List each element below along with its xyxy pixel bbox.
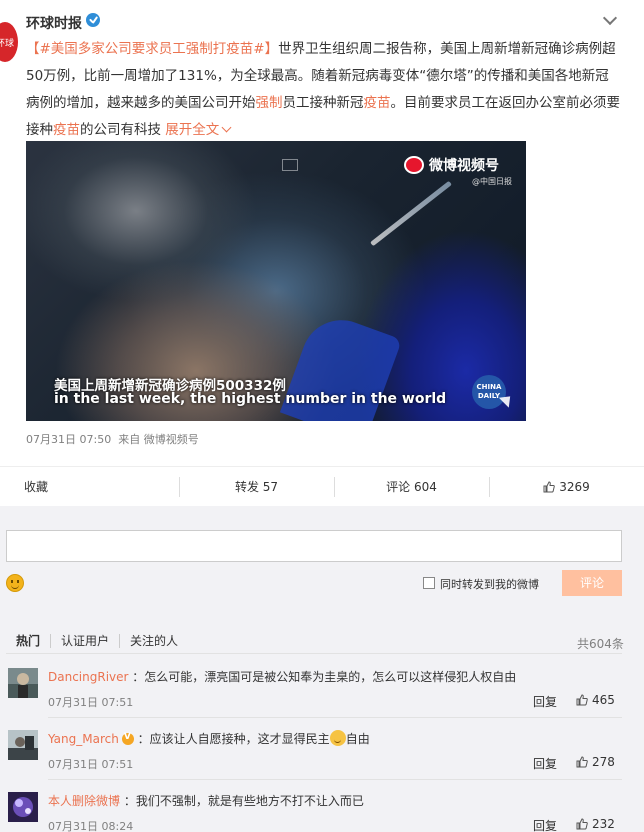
author-avatar[interactable]: 环球 <box>0 22 18 62</box>
chevron-down-icon <box>221 122 232 133</box>
keyword-link[interactable]: 强制 <box>256 95 283 111</box>
favorite-button[interactable]: 收藏 <box>0 467 179 506</box>
post-text-part: 员工接种新冠 <box>282 95 364 111</box>
avatar-text: 环球 <box>0 38 14 49</box>
repost-label: 转发 57 <box>234 480 279 494</box>
keyword-link[interactable]: 疫苗 <box>364 95 391 111</box>
comment-like-count: 232 <box>592 817 615 831</box>
comment-input[interactable] <box>6 530 622 562</box>
reply-button[interactable]: 回复 <box>533 755 557 772</box>
like-count: 3269 <box>559 479 590 494</box>
comment-item: DancingRiver ：怎么可能，漂亮国可是被公知奉为圭臬的，怎么可以这样侵… <box>0 662 644 724</box>
author-name[interactable]: 环球时报 <box>26 13 82 33</box>
comment-like-count: 278 <box>592 755 615 769</box>
also-repost-label[interactable]: 同时转发到我的微博 <box>440 576 539 592</box>
comment-body: DancingRiver ：怎么可能，漂亮国可是被公知奉为圭臬的，怎么可以这样侵… <box>48 668 516 685</box>
avatar[interactable] <box>8 730 38 760</box>
comment-section: 同时转发到我的微博 评论 热门 认证用户 关注的人 共604条 DancingR… <box>0 506 644 832</box>
comment-text: 自由 <box>345 732 370 746</box>
chevron-down-icon[interactable] <box>602 10 618 26</box>
video-caption-en: in the last week, the highest number in … <box>54 391 447 407</box>
comment-total: 共604条 <box>577 637 624 651</box>
comment-text: ：应该让人自愿接种，这才显得民主 <box>137 732 330 746</box>
video-logo-sub: @中国日报 <box>472 177 512 186</box>
post-meta: 07月31日 07:50 来自 微博视频号 <box>26 431 199 447</box>
submit-comment-button[interactable]: 评论 <box>562 570 622 596</box>
post-time[interactable]: 07月31日 07:50 <box>26 433 111 446</box>
comment-text: ：我们不强制，就是有些地方不打不让入而已 <box>123 794 364 808</box>
comment-like-button[interactable]: 465 <box>576 693 615 707</box>
post-text: 【#美国多家公司要求员工强制打疫苗#】世界卫生组织周二报告称，美国上周新增新冠确… <box>26 36 622 144</box>
comment-time: 07月31日 08:24 <box>48 820 134 832</box>
comment-like-count: 465 <box>592 693 615 707</box>
comment-body: Yang_March ：应该让人自愿接种，这才显得民主 自由 <box>48 730 370 747</box>
share-arrow-icon <box>498 391 516 408</box>
tab-verified[interactable]: 认证用户 <box>61 634 121 648</box>
comment-item: Yang_March ：应该让人自愿接种，这才显得民主 自由 07月31日 07:… <box>0 724 644 786</box>
smile-emoji-icon <box>329 730 346 746</box>
emoji-icon[interactable] <box>6 574 24 592</box>
keyword-link[interactable]: 疫苗 <box>53 122 80 138</box>
comment-user[interactable]: DancingRiver <box>48 670 128 684</box>
avatar[interactable] <box>8 792 38 822</box>
post-source-label: 来自 <box>118 433 141 446</box>
expand-label: 展开全文 <box>165 122 220 138</box>
thumbs-up-icon <box>576 756 588 768</box>
comment-text: ：怎么可能，漂亮国可是被公知奉为圭臬的，怎么可以这样侵犯人权自由 <box>132 670 517 684</box>
video-logo-name: 微博视频号 <box>429 158 499 174</box>
avatar[interactable] <box>8 668 38 698</box>
comment-user[interactable]: Yang_March <box>48 732 119 746</box>
video-player[interactable]: 微博视频号 @中国日报 美国上周新增新冠确诊病例500332例 in the l… <box>26 141 526 421</box>
weibo-post-card: 环球 环球时报 【#美国多家公司要求员工强制打疫苗#】世界卫生组织周二报告称，美… <box>0 0 644 832</box>
divider <box>6 653 622 654</box>
tab-following[interactable]: 关注的人 <box>130 634 188 648</box>
favorite-label: 收藏 <box>24 480 49 494</box>
video-frame-needle <box>370 180 452 247</box>
comment-like-button[interactable]: 232 <box>576 817 615 831</box>
comment-label: 评论 604 <box>386 480 437 494</box>
hashtag-link[interactable]: 【#美国多家公司要求员工强制打疫苗#】 <box>26 41 278 57</box>
comment-user[interactable]: 本人删除微博 <box>48 794 120 808</box>
thumbs-up-icon <box>576 694 588 706</box>
thumbs-up-icon <box>543 480 555 493</box>
weibo-video-logo: 微博视频号 @中国日报 <box>404 155 512 186</box>
comment-like-button[interactable]: 278 <box>576 755 615 769</box>
divider <box>48 779 622 780</box>
tab-hot[interactable]: 热门 <box>16 634 52 648</box>
repost-button[interactable]: 转发 57 <box>179 467 334 506</box>
comment-button[interactable]: 评论 604 <box>334 467 489 506</box>
divider <box>48 717 622 718</box>
comment-filter-tabs: 热门 认证用户 关注的人 <box>16 634 198 648</box>
comment-time: 07月31日 07:51 <box>48 696 134 709</box>
comment-item: 本人删除微博 ：我们不强制，就是有些地方不打不让入而已 07月31日 08:24… <box>0 786 644 832</box>
post-source[interactable]: 微博视频号 <box>144 433 199 446</box>
verified-icon <box>86 13 100 27</box>
comment-body: 本人删除微博 ：我们不强制，就是有些地方不打不让入而已 <box>48 792 364 809</box>
reply-button[interactable]: 回复 <box>533 817 557 832</box>
expand-link[interactable]: 展开全文 <box>165 122 232 138</box>
action-bar: 收藏 转发 57 评论 604 3269 <box>0 466 644 506</box>
picture-in-picture-icon[interactable] <box>282 159 298 171</box>
also-repost-checkbox[interactable] <box>423 577 435 589</box>
verified-icon <box>121 732 134 745</box>
reply-button[interactable]: 回复 <box>533 693 557 710</box>
like-button[interactable]: 3269 <box>489 467 644 506</box>
thumbs-up-icon <box>576 818 588 830</box>
post-text-part: 的公司有科技 <box>80 122 161 138</box>
china-daily-logo: CHINA DAILY <box>472 375 506 409</box>
comment-time: 07月31日 07:51 <box>48 758 134 771</box>
weibo-logo-icon <box>404 156 424 174</box>
